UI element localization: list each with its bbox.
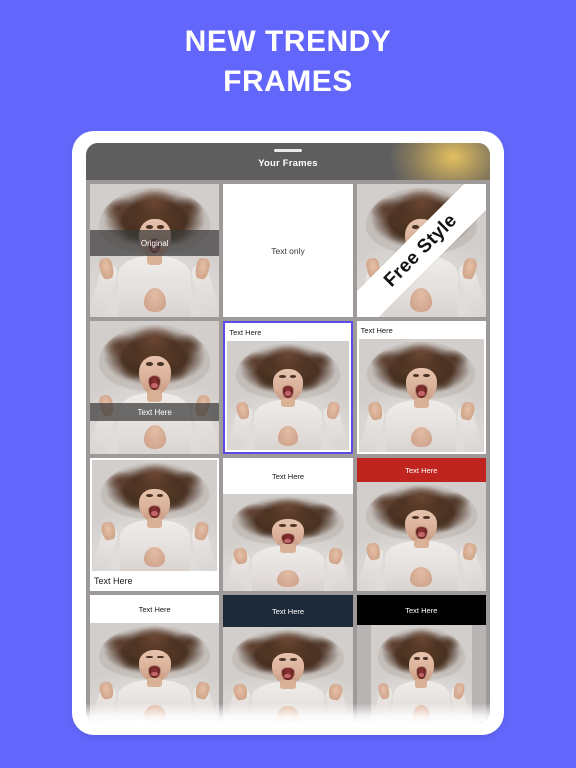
tablet-screen: Your Frames Original Text only Free Styl… xyxy=(86,143,490,723)
frame-card-top-bar-white-footer[interactable]: Text Here Text Here xyxy=(90,595,220,724)
frame-label: Text Here xyxy=(405,465,438,475)
frame-label-band: Text Here xyxy=(356,321,486,339)
frame-label-band: Original xyxy=(90,230,220,256)
frame-footer-label-band: Text Here xyxy=(90,714,219,724)
frame-label: Text Here xyxy=(405,605,438,615)
frame-photo xyxy=(358,339,484,452)
tablet-device-frame: Your Frames Original Text only Free Styl… xyxy=(72,131,504,735)
poster-stage: NEW TRENDY FRAMES Your Frames Original T… xyxy=(0,0,576,768)
app-header-title: Your Frames xyxy=(258,158,318,169)
frame-card-text-only[interactable]: Text only xyxy=(223,184,353,317)
frame-thumbnail xyxy=(370,625,472,723)
frame-footer-label: Text Here xyxy=(138,716,171,724)
frame-label-band: Text Here xyxy=(356,595,486,625)
page-title-line-2: FRAMES xyxy=(223,65,353,98)
frame-label: Text Here xyxy=(360,325,393,335)
frame-card-bottom-caption[interactable]: Text Here xyxy=(90,458,220,591)
frame-thumbnail xyxy=(223,494,353,591)
frame-label: Text only xyxy=(271,245,305,256)
frames-grid[interactable]: Original Text only Free Style Text Here … xyxy=(86,180,490,723)
frame-card-top-bar-black[interactable]: Text Here xyxy=(356,595,486,723)
frame-card-top-bar-white[interactable]: Text Here xyxy=(223,458,353,591)
frame-label: Text Here xyxy=(137,407,172,417)
frame-card-top-bar-navy[interactable]: Text Here xyxy=(223,595,353,723)
page-title: NEW TRENDY FRAMES xyxy=(0,22,576,102)
frame-card-overlay-caption[interactable]: Text Here xyxy=(90,321,220,454)
frame-photo xyxy=(227,341,349,450)
frame-thumbnail: Text Here xyxy=(223,321,353,454)
frame-card-original[interactable]: Original xyxy=(90,184,220,317)
frame-label-band: Text Here xyxy=(225,323,351,341)
frame-thumbnail xyxy=(356,482,486,591)
frame-label: Text Here xyxy=(271,606,305,616)
frame-label-band: Text Here xyxy=(356,458,486,482)
frame-label-band: Text Here xyxy=(90,571,220,591)
frame-card-selected[interactable]: Text Here xyxy=(223,321,353,454)
frame-label-band: Text Here xyxy=(223,458,353,494)
frame-label: Text Here xyxy=(271,471,305,481)
frame-thumbnail xyxy=(90,623,220,723)
frame-label-band: Text Here xyxy=(223,595,353,627)
frame-card-top-bar-left[interactable]: Text Here xyxy=(356,321,486,454)
frame-label-band: Text Here xyxy=(90,595,220,623)
frame-label: Text Here xyxy=(229,327,262,337)
frame-label: Text Here xyxy=(94,576,133,586)
frame-label: Text Here xyxy=(138,604,171,614)
frame-label-band: Text Here xyxy=(90,403,220,421)
frame-thumbnail: Text Here xyxy=(90,458,220,591)
app-header: Your Frames xyxy=(86,143,490,180)
frame-thumbnail xyxy=(90,321,220,454)
drag-handle-icon[interactable] xyxy=(274,149,302,152)
frame-thumbnail: Text Here xyxy=(356,321,486,454)
frame-card-free-style[interactable]: Free Style xyxy=(356,184,486,317)
frame-photo xyxy=(92,460,218,571)
page-title-line-1: NEW TRENDY xyxy=(184,25,392,58)
frame-thumbnail xyxy=(223,627,353,723)
frame-thumbnail: Text only xyxy=(223,184,353,317)
frame-card-top-bar-red[interactable]: Text Here xyxy=(356,458,486,591)
frame-label: Original xyxy=(140,238,169,248)
